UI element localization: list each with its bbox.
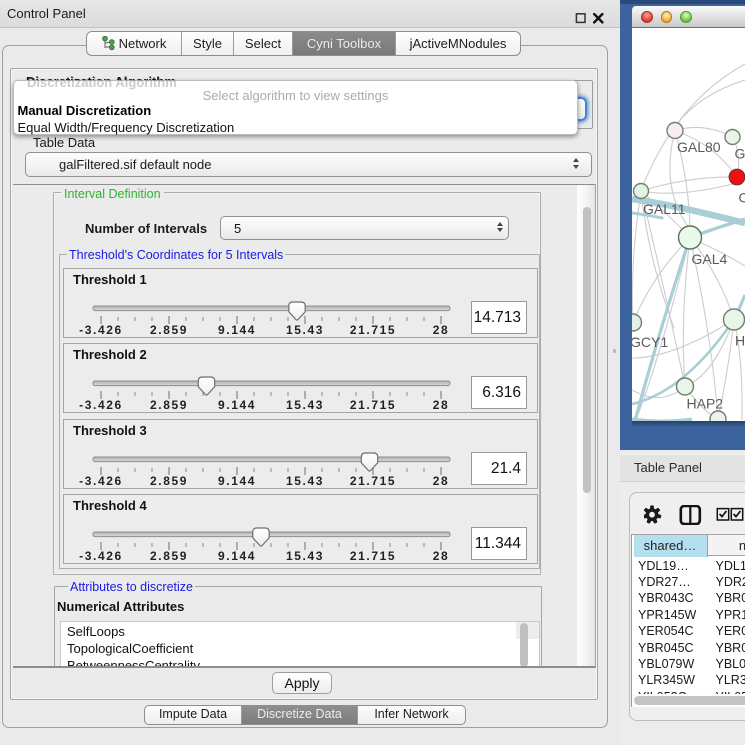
svg-text:9.144: 9.144: [218, 398, 256, 412]
svg-text:2.859: 2.859: [150, 474, 188, 488]
svg-text:2.859: 2.859: [150, 549, 188, 563]
svg-text:-3.426: -3.426: [79, 474, 123, 488]
svg-text:9.144: 9.144: [218, 474, 256, 488]
svg-text:28: 28: [433, 474, 450, 488]
svg-text:GAL11: GAL11: [643, 201, 686, 217]
svg-text:GAL4: GAL4: [735, 145, 745, 161]
svg-text:GAL80: GAL80: [677, 139, 721, 155]
svg-text:15.43: 15.43: [286, 323, 324, 337]
svg-text:GAL4: GAL4: [692, 251, 728, 267]
svg-text:15.43: 15.43: [286, 474, 324, 488]
svg-text:HAP2: HAP2: [687, 395, 724, 411]
svg-text:28: 28: [433, 398, 450, 412]
svg-text:2.859: 2.859: [150, 398, 188, 412]
svg-text:15.43: 15.43: [286, 398, 324, 412]
svg-text:2.859: 2.859: [150, 323, 188, 337]
svg-text:-3.426: -3.426: [79, 323, 123, 337]
svg-text:28: 28: [433, 549, 450, 563]
svg-text:-3.426: -3.426: [79, 398, 123, 412]
svg-text:21.715: 21.715: [350, 474, 396, 488]
svg-text:CDC19: CDC19: [739, 189, 745, 205]
svg-text:HIS7: HIS7: [735, 332, 745, 348]
svg-text:21.715: 21.715: [350, 323, 396, 337]
svg-text:9.144: 9.144: [218, 549, 256, 563]
svg-text:15.43: 15.43: [286, 549, 324, 563]
svg-text:-3.426: -3.426: [79, 549, 123, 563]
svg-text:21.715: 21.715: [350, 549, 396, 563]
svg-text:9.144: 9.144: [218, 323, 256, 337]
svg-text:21.715: 21.715: [350, 398, 396, 412]
svg-text:28: 28: [433, 323, 450, 337]
svg-text:GCY1: GCY1: [632, 334, 668, 350]
